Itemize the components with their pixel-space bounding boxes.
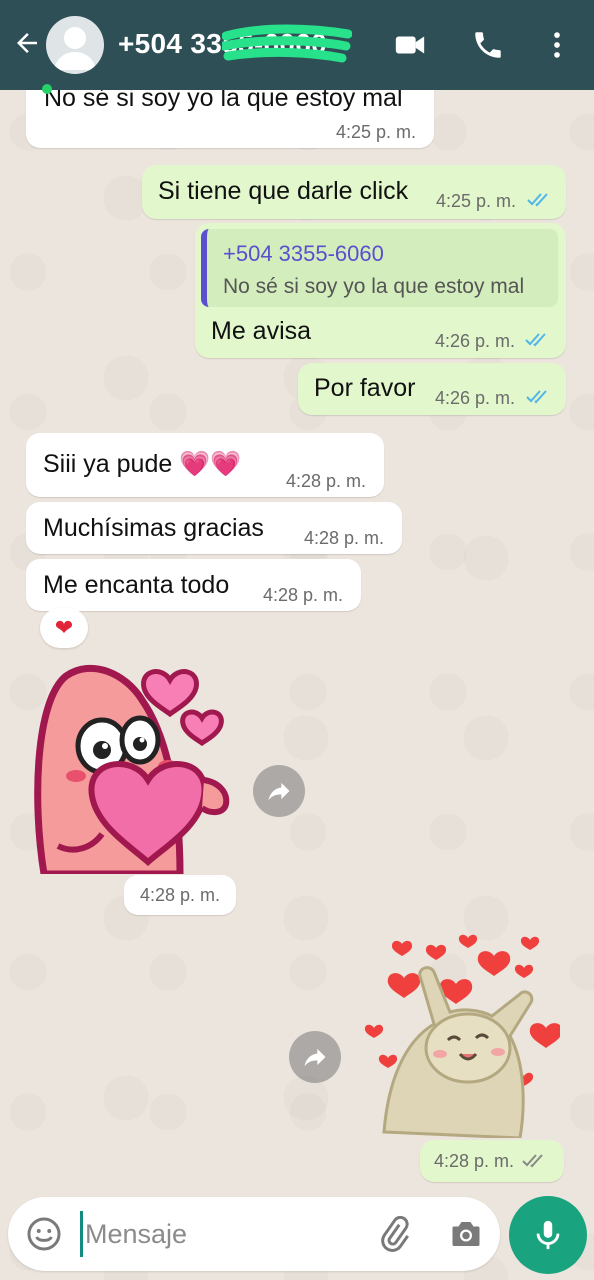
message-text: Siii ya pude 💗💗 <box>43 450 242 478</box>
quoted-message[interactable]: +504 3355-6060 No sé si soy yo la que es… <box>201 229 558 307</box>
message-time: 4:28 p. m. <box>286 471 367 491</box>
video-camera-icon[interactable] <box>392 28 428 62</box>
redaction-scribble <box>222 24 352 63</box>
avatar[interactable] <box>46 16 104 74</box>
microphone-icon <box>536 1220 560 1250</box>
sticker-patrick-with-heart[interactable] <box>30 660 234 874</box>
phone-icon[interactable] <box>470 28 506 62</box>
message-text: Muchísimas gracias <box>43 514 264 542</box>
message-time: 4:28 p. m. <box>434 1150 515 1171</box>
message-bubble-outgoing[interactable]: Por favor 4:26 p. m. <box>298 363 566 415</box>
forward-icon <box>268 782 290 801</box>
message-bubble-incoming[interactable]: Me encanta todo 4:28 p. m. <box>26 559 361 611</box>
message-bubble-incoming[interactable]: Siii ya pude 💗💗 4:28 p. m. <box>26 433 384 497</box>
heart-reaction[interactable]: ❤ <box>40 608 88 648</box>
message-time: 4:26 p. m. <box>435 331 516 351</box>
more-vertical-icon[interactable] <box>540 28 574 62</box>
paperclip-icon[interactable] <box>376 1216 412 1252</box>
message-time: 4:28 p. m. <box>304 528 385 548</box>
message-bubble-outgoing[interactable]: Si tiene que darle click 4:25 p. m. <box>142 165 566 219</box>
sticker-cat-with-hearts[interactable] <box>364 932 560 1138</box>
message-composer <box>8 1197 500 1271</box>
message-time: 4:28 p. m. <box>263 585 344 605</box>
sticker-time-outgoing: 4:28 p. m. <box>420 1140 564 1182</box>
quote-author: +504 3355-6060 <box>223 241 384 266</box>
forward-button[interactable] <box>289 1031 341 1083</box>
message-bubble-incoming[interactable]: Muchísimas gracias 4:28 p. m. <box>26 502 402 554</box>
message-text: Me avisa <box>211 317 312 345</box>
sticker-time: 4:28 p. m. <box>124 875 236 915</box>
message-text: Por favor <box>314 374 416 402</box>
message-input[interactable] <box>80 1211 360 1257</box>
read-ticks-icon <box>526 390 547 404</box>
delivered-ticks-icon <box>522 1154 543 1168</box>
message-time: 4:25 p. m. <box>436 191 517 211</box>
emoji-icon[interactable] <box>26 1216 62 1252</box>
forward-icon <box>304 1048 326 1067</box>
online-indicator <box>42 84 52 94</box>
message-time: 4:26 p. m. <box>435 388 516 408</box>
quote-text: No sé si soy yo la que estoy mal <box>223 275 525 298</box>
read-ticks-icon <box>527 193 548 207</box>
read-ticks-icon <box>525 333 546 347</box>
message-text: Si tiene que darle click <box>158 177 409 205</box>
microphone-button[interactable] <box>509 1196 587 1274</box>
message-text: Me encanta todo <box>43 571 230 599</box>
camera-icon[interactable] <box>448 1216 484 1252</box>
message-bubble-outgoing-reply[interactable]: +504 3355-6060 No sé si soy yo la que es… <box>195 223 566 358</box>
forward-button[interactable] <box>253 765 305 817</box>
arrow-left-icon[interactable] <box>12 28 42 58</box>
chat-header: +504 3355-6060 <box>0 0 594 90</box>
message-time: 4:25 p. m. <box>336 122 417 142</box>
